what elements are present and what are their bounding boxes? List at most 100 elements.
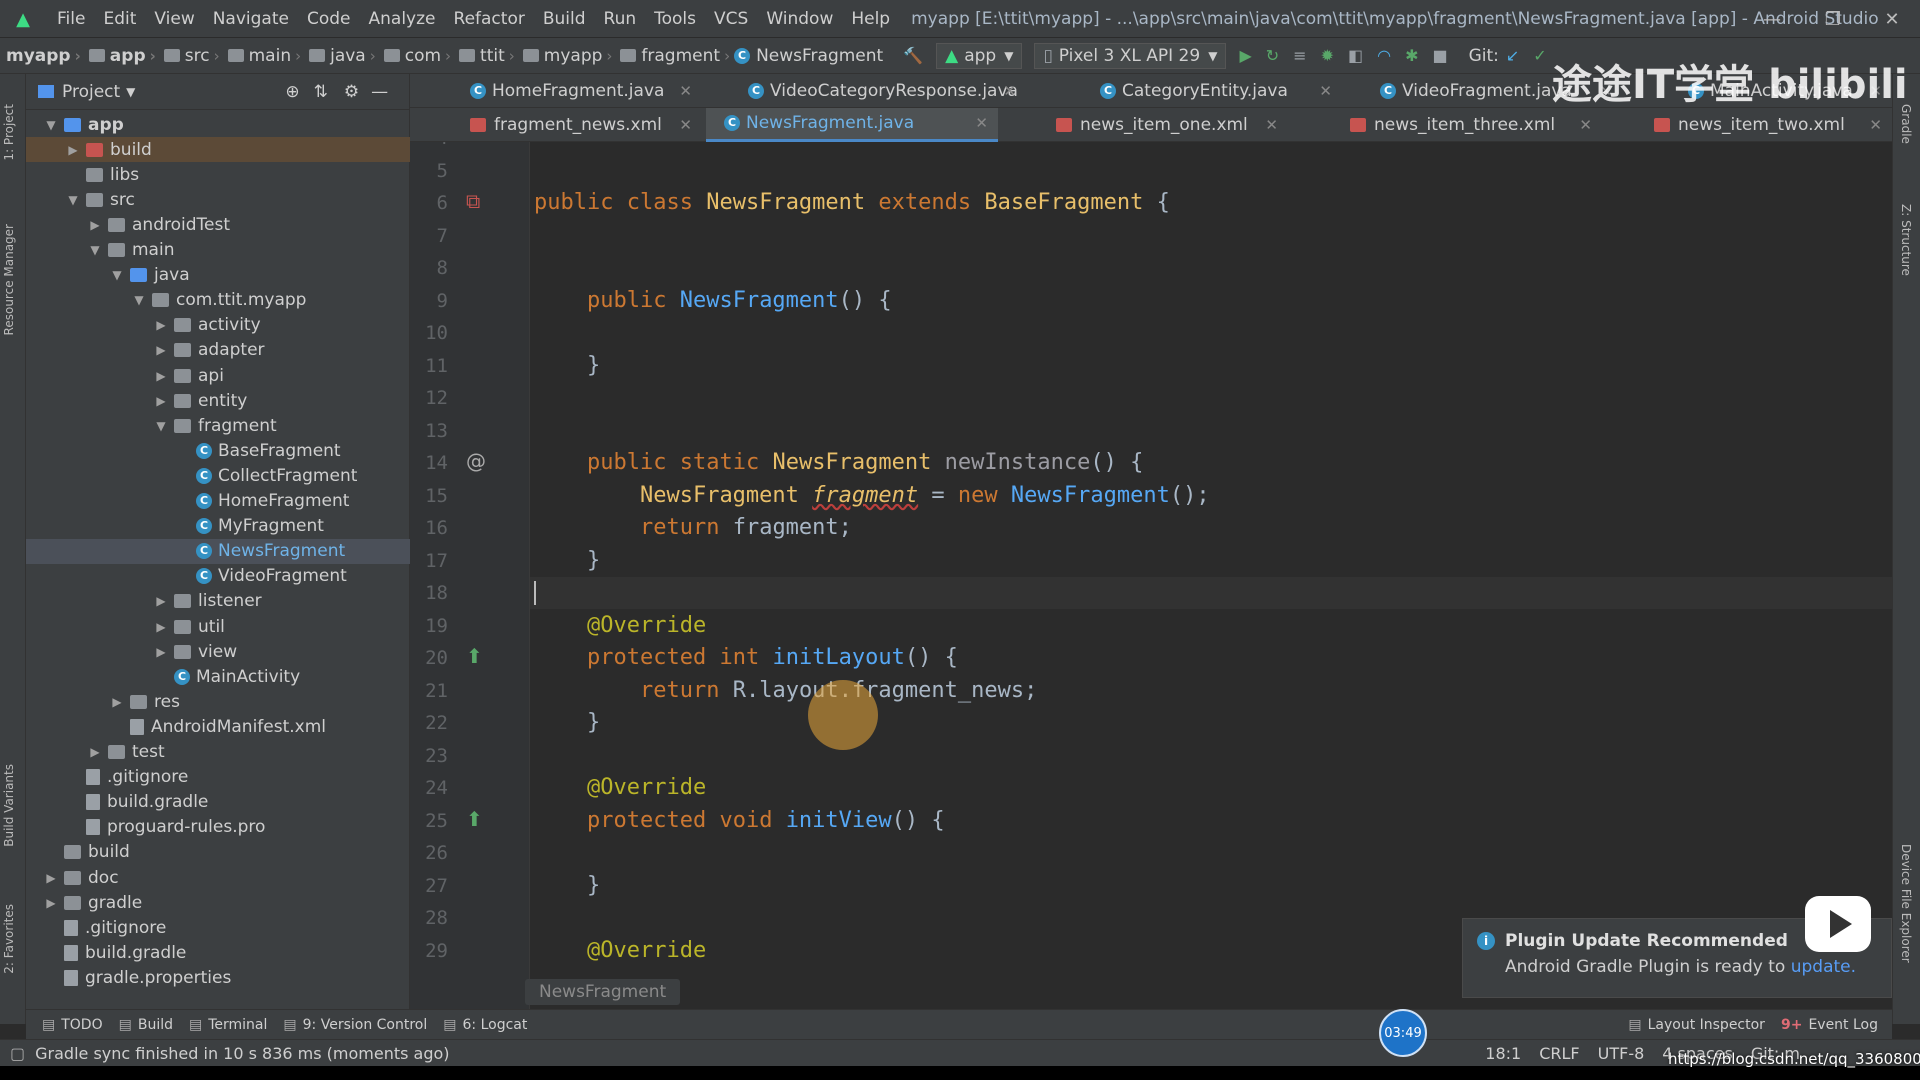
status-toggle-icon[interactable]: ▢ [10, 1044, 25, 1063]
menu-file[interactable]: File [48, 9, 94, 29]
tree-item[interactable]: ▶ build [26, 137, 410, 163]
tree-item[interactable]: build [26, 840, 410, 865]
gear-icon[interactable]: ⚙ [344, 82, 359, 102]
tree-item[interactable]: ▼ main [26, 238, 410, 263]
code-line[interactable]: } [534, 545, 600, 577]
locate-icon[interactable]: ⊕ [285, 82, 299, 102]
chevron-right-icon[interactable]: ▶ [110, 695, 124, 709]
tool-window-button[interactable]: ▤ Build [119, 1017, 173, 1033]
tree-item[interactable]: C MainActivity [26, 664, 410, 689]
chevron-right-icon[interactable]: ▶ [154, 620, 168, 634]
code-line[interactable]: @Override [534, 610, 706, 642]
menu-navigate[interactable]: Navigate [204, 9, 298, 29]
profile-icon[interactable]: ◠ [1377, 46, 1391, 65]
make-project-hammer-icon[interactable]: 🔨 [903, 46, 923, 65]
close-tab-icon[interactable]: ✕ [1869, 116, 1882, 134]
breadcrumb-item[interactable]: main › [224, 46, 305, 66]
build-variants-tab[interactable]: Build Variants [2, 764, 16, 847]
code-line[interactable]: protected int initLayout() { [534, 642, 958, 674]
code-line[interactable]: @Override [534, 935, 706, 967]
editor-tab[interactable]: C HomeFragment.java ✕ [452, 74, 702, 108]
collapse-all-icon[interactable]: ⇅ [314, 82, 328, 102]
breadcrumb-item[interactable]: app › [85, 46, 160, 66]
run-icon[interactable]: ▶ [1239, 46, 1251, 65]
annotation-gutter-icon[interactable]: @ [466, 449, 486, 473]
tree-item[interactable]: C NewsFragment [26, 538, 410, 564]
tree-item[interactable]: ▶ view [26, 639, 410, 664]
menu-edit[interactable]: Edit [94, 9, 145, 29]
override-method-icon[interactable]: ⬆ [466, 644, 483, 668]
tree-item[interactable]: build.gradle [26, 940, 410, 965]
editor-tab[interactable]: news_item_one.xml ✕ [1038, 108, 1288, 142]
code-line[interactable]: public class NewsFragment extends BaseFr… [534, 187, 1170, 219]
chevron-down-icon[interactable]: ▼ [66, 193, 80, 207]
tree-item[interactable]: ▼ java [26, 263, 410, 288]
breadcrumb-item[interactable]: src › [160, 46, 224, 66]
hide-panel-icon[interactable]: — [371, 82, 388, 102]
close-tab-icon[interactable]: ✕ [679, 116, 692, 134]
editor-tab[interactable]: C NewsFragment.java ✕ [706, 107, 998, 142]
chevron-right-icon[interactable]: ▶ [154, 343, 168, 357]
code-line[interactable]: return R.layout.fragment_news; [534, 675, 1037, 707]
project-tool-tab[interactable]: 1: Project [2, 104, 16, 161]
caret-position[interactable]: 18:1 [1485, 1044, 1521, 1063]
chevron-down-icon[interactable]: ▼ [110, 268, 124, 282]
close-tab-icon[interactable]: ✕ [1265, 116, 1278, 134]
menu-tools[interactable]: Tools [645, 9, 705, 29]
layout-link-icon[interactable]: ⧉ [466, 189, 480, 213]
chevron-right-icon[interactable]: ▶ [66, 143, 80, 157]
tree-item[interactable]: ▶ gradle [26, 890, 410, 915]
tree-item[interactable]: AndroidManifest.xml [26, 714, 410, 739]
resource-manager-tab[interactable]: Resource Manager [2, 224, 16, 335]
code-line[interactable]: public static NewsFragment newInstance()… [534, 447, 1143, 479]
close-tab-icon[interactable]: ✕ [1003, 82, 1016, 100]
editor-tab[interactable]: news_item_two.xml ✕ [1636, 108, 1892, 142]
breadcrumb-item[interactable]: myapp › [6, 46, 85, 66]
attach-debugger-icon[interactable]: ✱ [1405, 46, 1418, 65]
tree-item[interactable]: ▶ api [26, 363, 410, 388]
tool-window-button[interactable]: ▤ TODO [42, 1017, 103, 1033]
tree-item[interactable]: ▶ listener [26, 589, 410, 614]
tree-item[interactable]: ▶ doc [26, 865, 410, 890]
git-update-icon[interactable]: ↙ [1506, 46, 1519, 65]
project-view-select[interactable]: Project [62, 82, 120, 102]
code-editor[interactable]: 4 5 6 7 8 9 10 11 12 13 14 15 16 17 18 19 20 21 22 23 24 25 26… [410, 142, 1892, 1009]
coverage-icon[interactable]: ◧ [1348, 46, 1363, 65]
tree-item[interactable]: libs [26, 162, 410, 187]
breadcrumb-item[interactable]: fragment › [616, 46, 734, 66]
tool-window-button[interactable]: ▤ 6: Logcat [443, 1017, 527, 1033]
editor-tab[interactable]: C CategoryEntity.java ✕ [1082, 74, 1342, 108]
code-line[interactable]: return fragment; [534, 512, 852, 544]
tree-item[interactable]: ▶ res [26, 689, 410, 714]
tree-item[interactable]: C HomeFragment [26, 489, 410, 514]
tree-item[interactable]: C VideoFragment [26, 564, 410, 589]
menu-build[interactable]: Build [534, 9, 595, 29]
line-separator[interactable]: CRLF [1539, 1044, 1579, 1063]
tree-item[interactable]: ▶ adapter [26, 338, 410, 363]
tool-window-button[interactable]: ▤ 9: Version Control [283, 1017, 427, 1033]
tree-item[interactable]: .gitignore [26, 765, 410, 790]
close-tab-icon[interactable]: ✕ [1319, 82, 1332, 100]
favorites-tab[interactable]: 2: Favorites [2, 904, 16, 974]
editor-tab[interactable]: C VideoCategoryResponse.java ✕ [730, 74, 1026, 108]
tree-item[interactable]: C MyFragment [26, 514, 410, 539]
menu-view[interactable]: View [145, 9, 203, 29]
tree-item[interactable]: ▶ androidTest [26, 212, 410, 237]
menu-refactor[interactable]: Refactor [445, 9, 534, 29]
menu-analyze[interactable]: Analyze [360, 9, 445, 29]
editor-tab[interactable]: fragment_news.xml ✕ [452, 108, 702, 142]
chevron-right-icon[interactable]: ▶ [154, 645, 168, 659]
tool-window-button[interactable]: ▤ Terminal [189, 1017, 267, 1033]
menu-run[interactable]: Run [595, 9, 646, 29]
code-line[interactable]: } [534, 707, 600, 739]
chevron-down-icon[interactable]: ▼ [88, 243, 102, 257]
chevron-right-icon[interactable]: ▶ [88, 218, 102, 232]
tree-item[interactable]: ▼ src [26, 187, 410, 212]
close-tab-icon[interactable]: ✕ [1579, 116, 1592, 134]
restore-button[interactable]: ❐ [1806, 0, 1860, 38]
minimize-button[interactable]: — [1745, 0, 1799, 38]
chevron-down-icon[interactable]: ▼ [44, 118, 58, 132]
chevron-right-icon[interactable]: ▶ [154, 369, 168, 383]
override-method-icon[interactable]: ⬆ [466, 807, 483, 831]
breadcrumb-item[interactable]: ttit › [455, 46, 519, 66]
